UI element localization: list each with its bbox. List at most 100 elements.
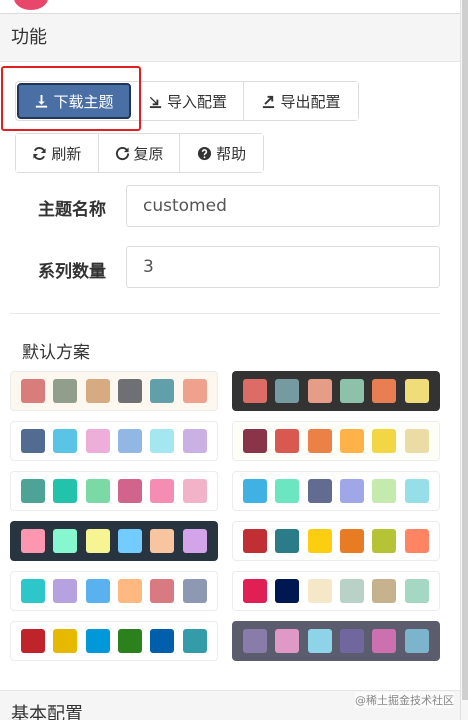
series-count-input[interactable]: 3: [126, 246, 440, 288]
color-swatch: [243, 429, 268, 453]
refresh-label: 刷新: [51, 144, 82, 163]
color-swatch: [21, 579, 46, 603]
color-swatch: [275, 479, 300, 503]
download-theme-label: 下载主题: [53, 92, 114, 111]
watermark: @稀土掘金技术社区: [355, 692, 454, 708]
color-swatch: [85, 479, 110, 503]
palette-card[interactable]: [10, 571, 218, 611]
refresh-icon: [33, 146, 46, 160]
color-swatch: [243, 479, 268, 503]
color-swatch: [404, 629, 429, 653]
help-button[interactable]: 帮助: [180, 134, 263, 172]
basic-config-section-title: 基本配置: [11, 704, 83, 720]
color-swatch: [182, 479, 207, 503]
color-swatch: [21, 379, 46, 403]
palette-card[interactable]: [10, 621, 218, 661]
download-icon: [36, 94, 48, 108]
color-swatch: [404, 579, 429, 603]
color-swatch: [53, 629, 78, 653]
top-bar: [0, 0, 460, 14]
color-swatch: [21, 479, 46, 503]
color-swatch: [372, 529, 397, 553]
palette-card[interactable]: [232, 371, 440, 411]
color-swatch: [307, 579, 332, 603]
color-swatch: [275, 629, 300, 653]
color-swatch: [275, 529, 300, 553]
export-config-label: 导出配置: [280, 92, 341, 111]
color-swatch: [372, 429, 397, 453]
color-swatch: [307, 629, 332, 653]
palette-card[interactable]: [232, 421, 440, 461]
palette-card[interactable]: [232, 571, 440, 611]
function-section-title: 功能: [11, 27, 47, 48]
help-icon: [198, 146, 212, 160]
series-count-label: 系列数量: [38, 262, 106, 282]
palette-card[interactable]: [10, 421, 218, 461]
color-swatch: [404, 479, 429, 503]
palette-card[interactable]: [232, 621, 440, 661]
color-swatch: [118, 529, 143, 553]
color-swatch: [85, 579, 110, 603]
color-swatch: [340, 379, 365, 403]
color-swatch: [118, 379, 143, 403]
color-swatch: [307, 479, 332, 503]
color-swatch: [340, 429, 365, 453]
color-swatch: [340, 629, 365, 653]
color-swatch: [404, 379, 429, 403]
reset-button[interactable]: 复原: [98, 134, 181, 172]
color-swatch: [182, 429, 207, 453]
color-swatch: [372, 629, 397, 653]
reset-label: 复原: [133, 144, 164, 163]
color-swatch: [150, 579, 175, 603]
color-swatch: [243, 379, 268, 403]
export-config-button[interactable]: 导出配置: [244, 82, 358, 120]
color-swatch: [21, 629, 46, 653]
color-swatch: [85, 629, 110, 653]
palette-card[interactable]: [10, 521, 218, 561]
color-swatch: [182, 379, 207, 403]
theme-name-label: 主题名称: [38, 200, 106, 220]
import-config-button[interactable]: 导入配置: [132, 82, 244, 120]
palette-card[interactable]: [232, 521, 440, 561]
color-swatch: [404, 429, 429, 453]
color-swatch: [340, 479, 365, 503]
color-swatch: [404, 529, 429, 553]
color-swatch: [243, 529, 268, 553]
palette-card[interactable]: [232, 471, 440, 511]
color-swatch: [53, 479, 78, 503]
color-swatch: [340, 579, 365, 603]
reset-icon: [115, 146, 129, 160]
color-swatch: [118, 429, 143, 453]
color-swatch: [53, 529, 78, 553]
palette-card[interactable]: [10, 371, 218, 411]
color-swatch: [182, 629, 207, 653]
color-swatch: [150, 529, 175, 553]
download-theme-button[interactable]: 下载主题: [17, 83, 131, 119]
color-swatch: [307, 379, 332, 403]
color-swatch: [275, 429, 300, 453]
color-swatch: [150, 629, 175, 653]
color-swatch: [85, 429, 110, 453]
utility-actions-group: 刷新 复原 帮助: [15, 133, 264, 173]
color-swatch: [307, 429, 332, 453]
color-swatch: [372, 579, 397, 603]
logo: [14, 0, 48, 10]
color-swatch: [53, 429, 78, 453]
color-swatch: [118, 579, 143, 603]
function-section-header[interactable]: 功能: [0, 14, 460, 62]
color-swatch: [118, 479, 143, 503]
theme-name-input[interactable]: customed: [126, 185, 440, 227]
color-swatch: [182, 579, 207, 603]
color-swatch: [150, 379, 175, 403]
refresh-button[interactable]: 刷新: [16, 134, 99, 172]
scrollbar-thumb[interactable]: [462, 0, 468, 700]
vertical-scrollbar[interactable]: [460, 0, 468, 720]
color-swatch: [182, 529, 207, 553]
color-swatch: [275, 379, 300, 403]
color-swatch: [150, 479, 175, 503]
palette-card[interactable]: [10, 471, 218, 511]
import-config-label: 导入配置: [166, 92, 227, 111]
color-swatch: [340, 529, 365, 553]
color-swatch: [243, 579, 268, 603]
color-swatch: [307, 529, 332, 553]
